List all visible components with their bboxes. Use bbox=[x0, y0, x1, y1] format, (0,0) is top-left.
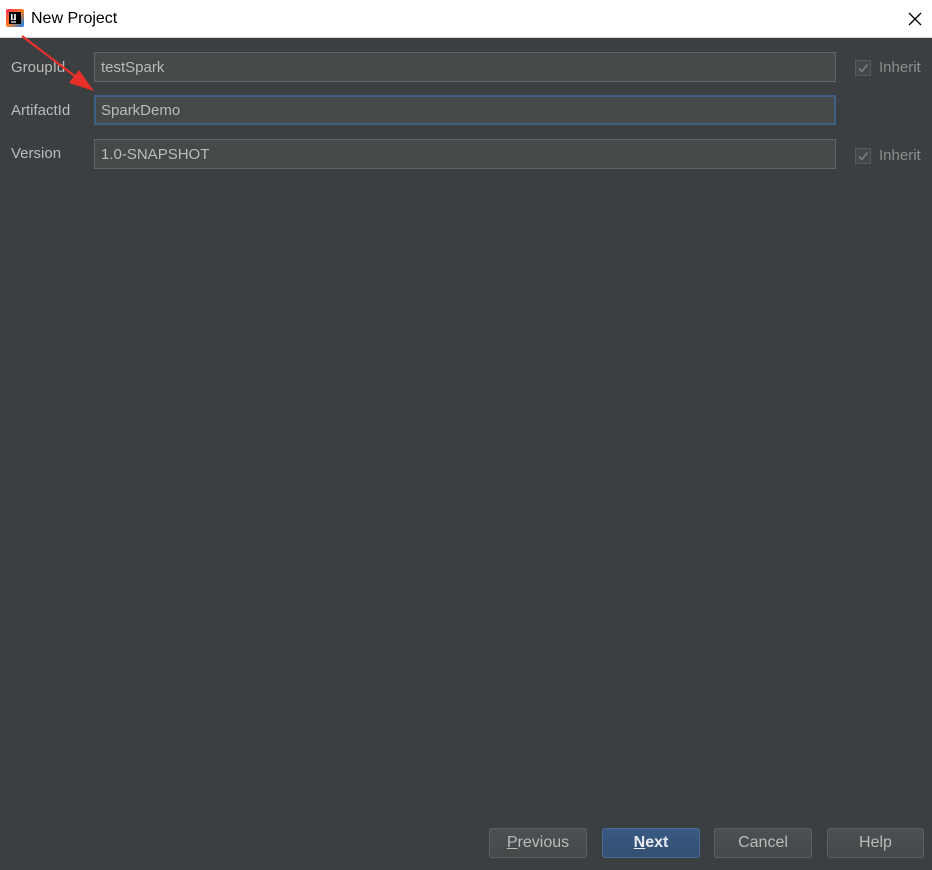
version-label: Version bbox=[11, 145, 62, 162]
group-id-inherit-checkbox[interactable]: Inherit bbox=[855, 59, 921, 76]
help-button[interactable]: Help bbox=[827, 828, 924, 858]
wizard-content: GroupId Inherit ArtifactId Version Inher… bbox=[0, 38, 932, 870]
previous-button[interactable]: Previous bbox=[489, 828, 587, 858]
checkmark-icon bbox=[858, 151, 869, 161]
version-inherit-checkbox[interactable]: Inherit bbox=[855, 147, 921, 164]
title-bar: New Project bbox=[0, 0, 932, 38]
checkbox-box bbox=[855, 147, 871, 164]
artifact-id-label: ArtifactId bbox=[11, 102, 71, 119]
group-id-label: GroupId bbox=[11, 59, 66, 76]
next-button[interactable]: Next bbox=[602, 828, 700, 858]
close-button[interactable] bbox=[902, 6, 928, 32]
checkmark-icon bbox=[858, 63, 869, 73]
cancel-button[interactable]: Cancel bbox=[714, 828, 812, 858]
next-label: ext bbox=[645, 834, 669, 851]
version-field[interactable] bbox=[94, 139, 836, 169]
previous-label: revious bbox=[517, 834, 570, 851]
version-inherit-label: Inherit bbox=[879, 147, 921, 164]
window-title: New Project bbox=[31, 10, 118, 27]
close-icon bbox=[908, 12, 922, 26]
previous-mnemonic: P bbox=[506, 834, 518, 851]
group-id-field[interactable] bbox=[94, 52, 836, 82]
intellij-idea-icon bbox=[6, 9, 24, 27]
next-mnemonic: N bbox=[633, 834, 646, 851]
artifact-id-field[interactable] bbox=[94, 95, 836, 125]
checkbox-box bbox=[855, 59, 871, 76]
group-id-inherit-label: Inherit bbox=[879, 59, 921, 76]
